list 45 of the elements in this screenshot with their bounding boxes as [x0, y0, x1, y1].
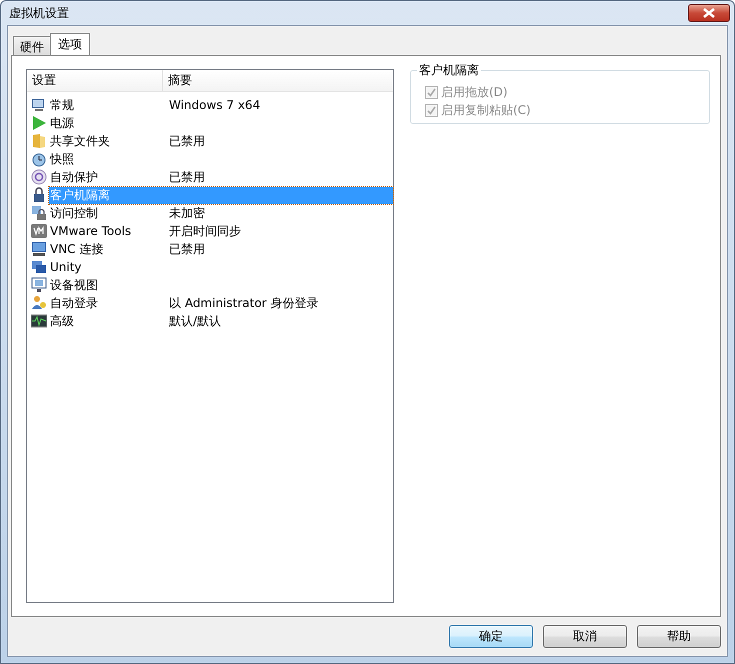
disc-icon	[31, 169, 47, 185]
setting-item[interactable]: 快照	[49, 150, 168, 168]
monitor-icon	[31, 241, 47, 257]
setting-item[interactable]: 电源	[49, 114, 168, 132]
column-header[interactable]: 设置	[27, 70, 163, 91]
setting-item[interactable]: 高级	[49, 312, 168, 330]
setting-item[interactable]: VMware Tools	[49, 222, 168, 240]
close-button[interactable]	[688, 4, 730, 22]
setting-item[interactable]: 访问控制	[49, 204, 168, 222]
setting-summary: Windows 7 x64	[169, 96, 260, 114]
close-icon	[702, 8, 716, 18]
tab[interactable]: 硬件	[13, 36, 51, 55]
setting-summary: 未加密	[169, 204, 205, 222]
dialog-button[interactable]: 取消	[543, 625, 627, 648]
dialog-button[interactable]: 帮助	[637, 625, 721, 648]
setting-summary: 已禁用	[169, 240, 205, 258]
lock-icon	[31, 187, 47, 203]
setting-item[interactable]: 共享文件夹	[49, 132, 168, 150]
clock-icon	[31, 151, 47, 167]
checkbox-label: 启用复制粘贴(C)	[441, 102, 531, 118]
lock-icon	[31, 205, 47, 221]
vm-icon	[31, 223, 47, 239]
dialog-button[interactable]: 确定	[449, 625, 533, 648]
setting-summary: 已禁用	[169, 168, 205, 186]
tab[interactable]: 选项	[50, 33, 90, 55]
setting-summary: 已禁用	[169, 132, 205, 150]
setting-item[interactable]: 设备视图	[49, 276, 168, 294]
setting-summary: 以 Administrator 身份登录	[169, 294, 318, 312]
setting-summary: 默认/默认	[169, 312, 222, 330]
monitor-icon	[31, 277, 47, 293]
setting-item[interactable]: 常规	[49, 96, 168, 114]
window-title: 虚拟机设置	[8, 4, 69, 22]
setting-item[interactable]: Unity	[49, 258, 168, 276]
setting-item[interactable]: 自动登录	[49, 294, 168, 312]
monitor-icon	[31, 97, 47, 113]
group-title: 客户机隔离	[418, 62, 480, 79]
folder-icon	[31, 133, 47, 149]
column-header[interactable]: 摘要	[163, 70, 192, 91]
windows-icon	[31, 259, 47, 275]
chart-icon	[31, 313, 47, 329]
setting-summary: 开启时间同步	[169, 222, 241, 240]
setting-item[interactable]: 自动保护	[49, 168, 168, 186]
checkbox-label: 启用拖放(D)	[441, 84, 508, 100]
play-icon	[31, 115, 47, 131]
setting-item[interactable]: VNC 连接	[49, 240, 168, 258]
